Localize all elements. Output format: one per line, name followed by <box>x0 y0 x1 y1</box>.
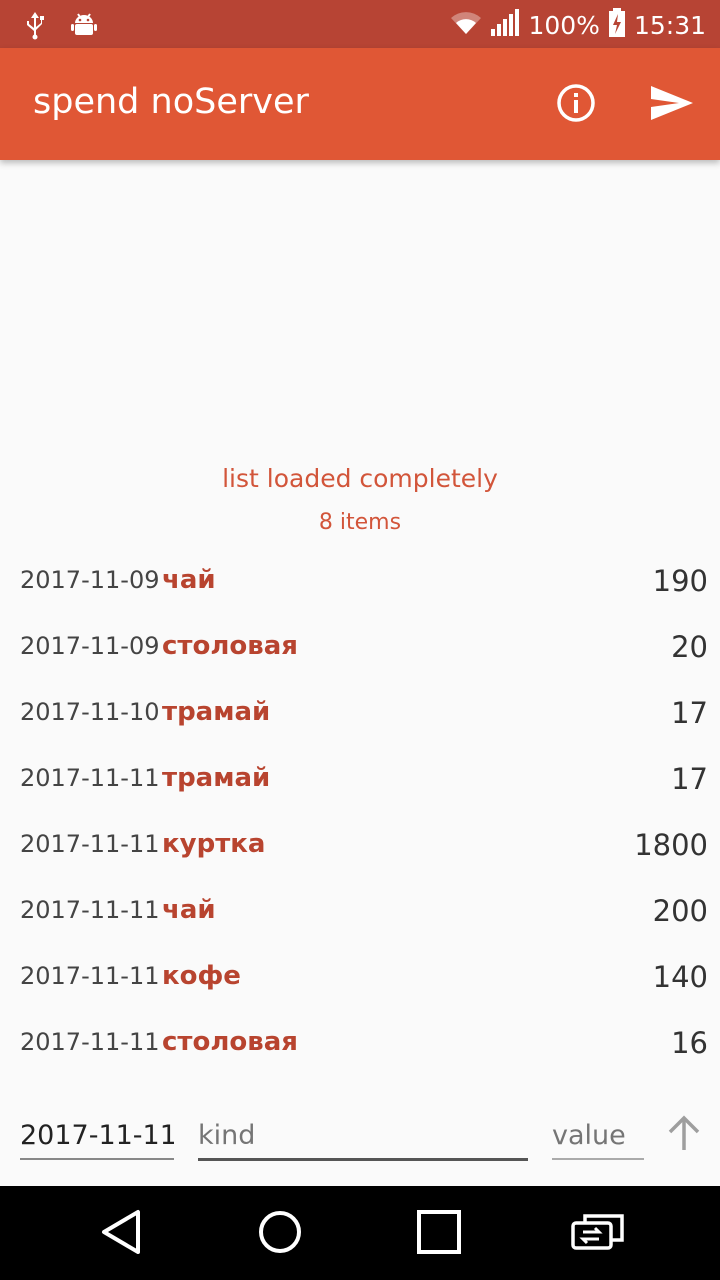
item-date: 2017-11-11 <box>20 962 160 990</box>
battery-percent: 100% <box>528 10 600 40</box>
item-kind: столовая <box>162 1027 298 1057</box>
item-value: 17 <box>671 762 708 796</box>
item-date: 2017-11-09 <box>20 566 160 594</box>
signal-icon <box>490 9 520 41</box>
recents-icon[interactable] <box>416 1209 462 1259</box>
battery-charging-icon <box>608 8 626 42</box>
item-value: 200 <box>652 894 708 928</box>
back-icon[interactable] <box>100 1209 144 1259</box>
android-debug-icon <box>70 10 98 44</box>
item-kind: трамай <box>162 763 271 793</box>
item-value: 16 <box>671 1026 708 1060</box>
item-value: 190 <box>652 564 708 598</box>
list-item[interactable]: 2017-11-11 трамай 17 <box>0 750 720 816</box>
list-item[interactable]: 2017-11-11 кофе 140 <box>0 948 720 1014</box>
item-kind: столовая <box>162 631 298 661</box>
home-icon[interactable] <box>257 1209 303 1259</box>
item-kind: чай <box>162 895 216 925</box>
item-kind: кофе <box>162 961 241 991</box>
list-item[interactable]: 2017-11-09 столовая 20 <box>0 618 720 684</box>
item-date: 2017-11-11 <box>20 896 160 924</box>
arrow-up-icon[interactable] <box>664 1114 704 1158</box>
clock: 15:31 <box>633 10 706 40</box>
info-icon[interactable] <box>555 82 597 128</box>
kind-field[interactable] <box>198 1112 528 1161</box>
list-item[interactable]: 2017-11-11 чай 200 <box>0 882 720 948</box>
date-field[interactable] <box>20 1112 174 1160</box>
item-kind: куртка <box>162 829 266 859</box>
app-title: spend noServer <box>33 82 309 122</box>
list-item[interactable]: 2017-11-09 чай 190 <box>0 552 720 618</box>
load-status-message: list loaded completely <box>222 464 498 493</box>
item-count: 8 items <box>318 510 402 535</box>
list-item[interactable]: 2017-11-11 столовая 16 <box>0 1014 720 1080</box>
value-field[interactable] <box>552 1112 644 1160</box>
list-item[interactable]: 2017-11-11 куртка 1800 <box>0 816 720 882</box>
switch-app-icon[interactable] <box>571 1213 625 1255</box>
send-icon[interactable] <box>648 84 694 126</box>
spending-list: 2017-11-09 чай 190 2017-11-09 столовая 2… <box>0 552 720 1080</box>
item-value: 140 <box>652 960 708 994</box>
status-bar: 100% 15:31 <box>0 0 720 48</box>
item-value: 1800 <box>634 828 708 862</box>
item-kind: чай <box>162 565 216 595</box>
item-date: 2017-11-11 <box>20 830 160 858</box>
item-kind: трамай <box>162 697 271 727</box>
item-value: 20 <box>671 630 708 664</box>
wifi-icon <box>450 10 482 40</box>
item-value: 17 <box>671 696 708 730</box>
item-date: 2017-11-10 <box>20 698 160 726</box>
list-item[interactable]: 2017-11-10 трамай 17 <box>0 684 720 750</box>
item-date: 2017-11-11 <box>20 764 160 792</box>
app-bar: spend noServer <box>0 48 720 160</box>
item-date: 2017-11-09 <box>20 632 160 660</box>
usb-icon <box>22 10 48 44</box>
item-date: 2017-11-11 <box>20 1028 160 1056</box>
navigation-bar <box>0 1186 720 1280</box>
